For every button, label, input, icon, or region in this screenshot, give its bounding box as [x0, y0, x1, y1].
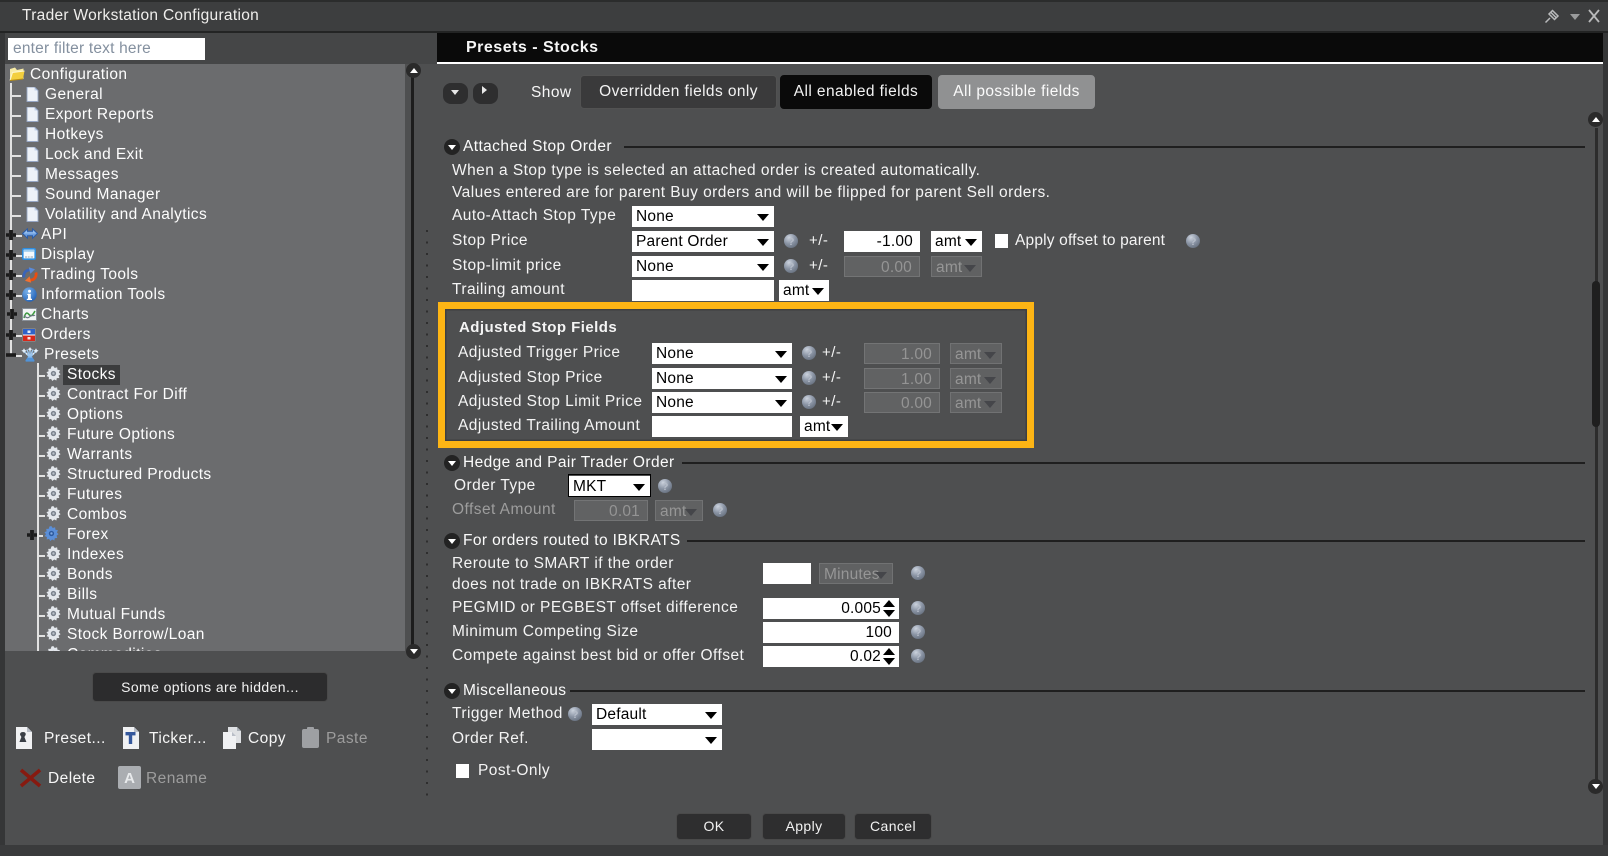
svg-text:A: A: [124, 770, 135, 787]
